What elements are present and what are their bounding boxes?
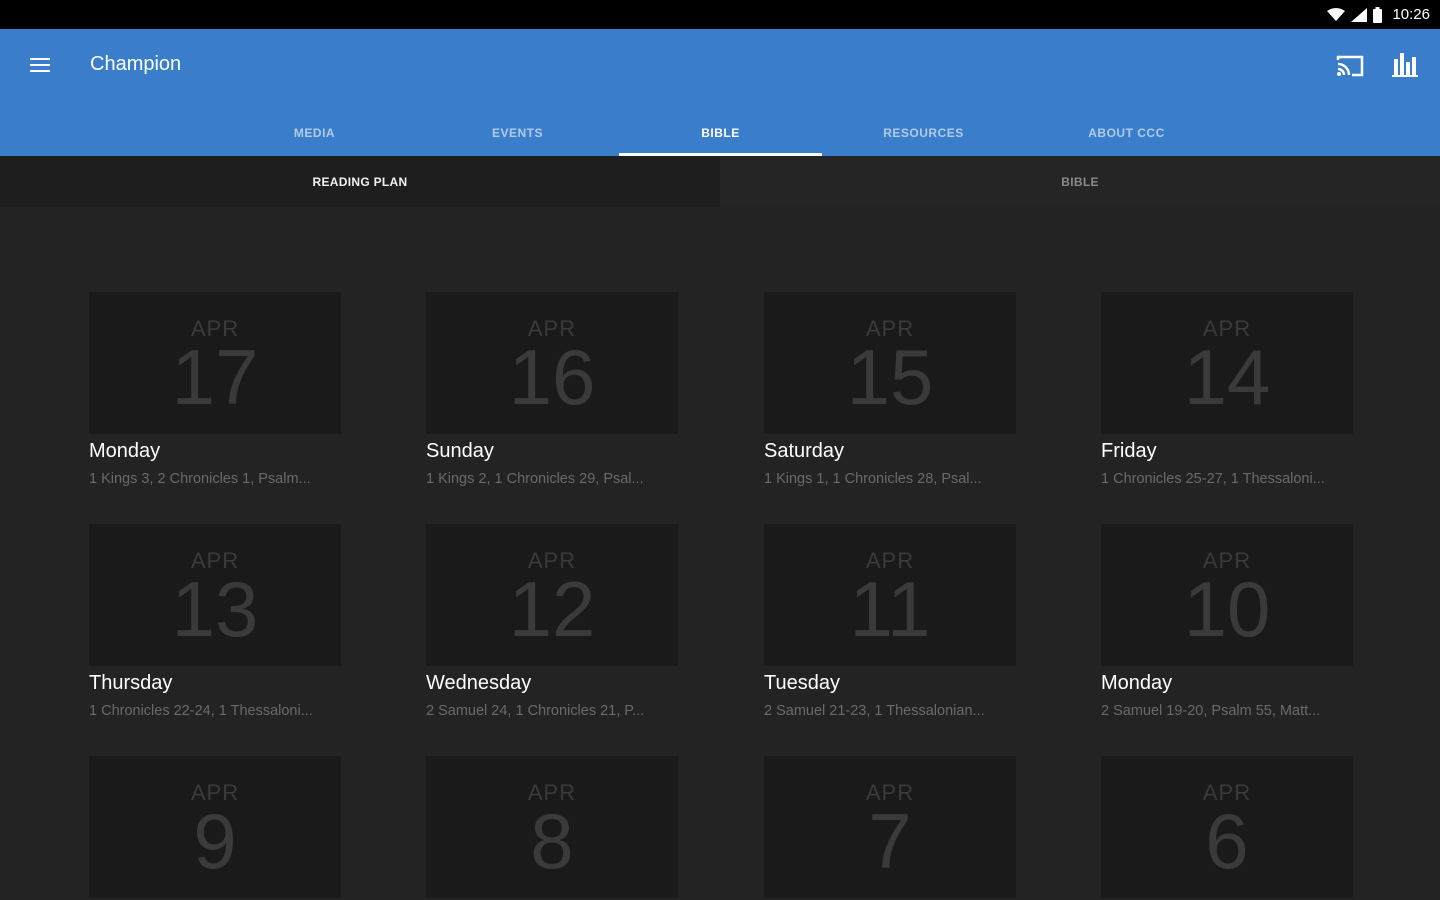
reading-passages: 1 Kings 1, 1 Chronicles 28, Psal...	[764, 471, 982, 487]
date-tile: APR 16	[426, 292, 678, 434]
date-tile: APR 11	[764, 524, 1016, 666]
date-day: 12	[508, 565, 596, 653]
date-day: 10	[1183, 565, 1271, 653]
tab-events[interactable]: EVENTS	[416, 109, 619, 156]
reading-passages: 1 Kings 3, 2 Chronicles 1, Psalm...	[89, 471, 311, 487]
date-tile: APR 8	[426, 756, 678, 898]
date-tile: APR 13	[89, 524, 341, 666]
date-tile: APR 17	[89, 292, 341, 434]
status-bar: 10:26	[0, 0, 1440, 29]
reading-card[interactable]: APR 17 Monday 1 Kings 3, 2 Chronicles 1,…	[89, 292, 341, 487]
reading-card[interactable]: APR 15 Saturday 1 Kings 1, 1 Chronicles …	[764, 292, 1016, 487]
reading-passages: 2 Samuel 24, 1 Chronicles 21, P...	[426, 703, 645, 719]
bar-chart-icon	[1392, 53, 1418, 77]
date-tile: APR 12	[426, 524, 678, 666]
wifi-icon	[1327, 7, 1346, 21]
date-day: 11	[849, 565, 931, 653]
date-tile: APR 14	[1101, 292, 1353, 434]
reading-weekday: Wednesday	[426, 672, 532, 694]
reading-card[interactable]: APR 14 Friday 1 Chronicles 25-27, 1 Thes…	[1101, 292, 1353, 487]
subtab-bible[interactable]: BIBLE	[720, 156, 1440, 207]
subtab-reading-plan[interactable]: READING PLAN	[0, 156, 720, 207]
date-day: 15	[846, 333, 934, 421]
reading-plan-grid: APR 17 Monday 1 Kings 3, 2 Chronicles 1,…	[0, 207, 1440, 900]
tab-resources[interactable]: RESOURCES	[822, 109, 1025, 156]
date-tile: APR 15	[764, 292, 1016, 434]
date-day: 14	[1183, 333, 1271, 421]
date-day: 13	[171, 565, 259, 653]
reading-card[interactable]: APR 6	[1101, 756, 1353, 898]
menu-icon	[30, 58, 50, 60]
reading-passages: 2 Samuel 21-23, 1 Thessalonian...	[764, 703, 985, 719]
date-tile: APR 6	[1101, 756, 1353, 898]
reading-weekday: Monday	[1101, 672, 1173, 694]
tab-bible[interactable]: BIBLE	[619, 109, 822, 156]
date-day: 16	[508, 333, 596, 421]
date-day: 9	[193, 797, 237, 885]
reading-card[interactable]: APR 10 Monday 2 Samuel 19-20, Psalm 55, …	[1101, 524, 1353, 719]
reading-card[interactable]: APR 16 Sunday 1 Kings 2, 1 Chronicles 29…	[426, 292, 678, 487]
reading-weekday: Friday	[1101, 440, 1157, 462]
reading-weekday: Sunday	[426, 440, 494, 462]
date-tile: APR 7	[764, 756, 1016, 898]
menu-button[interactable]	[22, 49, 60, 81]
reading-passages: 1 Chronicles 25-27, 1 Thessaloni...	[1101, 471, 1325, 487]
tab-media[interactable]: MEDIA	[213, 109, 416, 156]
reading-passages: 1 Chronicles 22-24, 1 Thessaloni...	[89, 703, 313, 719]
date-tile: APR 9	[89, 756, 341, 898]
date-day: 17	[171, 333, 259, 421]
reading-card[interactable]: APR 13 Thursday 1 Chronicles 22-24, 1 Th…	[89, 524, 341, 719]
cast-icon	[1336, 55, 1364, 77]
sub-tabs: READING PLAN BIBLE	[0, 156, 1440, 207]
reading-card[interactable]: APR 11 Tuesday 2 Samuel 21-23, 1 Thessal…	[764, 524, 1016, 719]
date-tile: APR 10	[1101, 524, 1353, 666]
cast-button[interactable]	[1334, 51, 1366, 81]
reading-passages: 2 Samuel 19-20, Psalm 55, Matt...	[1101, 703, 1321, 719]
app-bar: Champion MEDIA EVENTS BIBLE RESOURCES AB…	[0, 29, 1440, 156]
app-title: Champion	[90, 53, 182, 75]
reading-card[interactable]: APR 7	[764, 756, 1016, 898]
reading-card[interactable]: APR 8	[426, 756, 678, 898]
reading-card[interactable]: APR 9	[89, 756, 341, 898]
battery-icon	[1373, 6, 1383, 23]
status-time: 10:26	[1392, 6, 1430, 23]
reading-weekday: Monday	[89, 440, 161, 462]
reading-weekday: Tuesday	[764, 672, 840, 694]
date-day: 7	[868, 797, 912, 885]
date-day: 6	[1205, 797, 1249, 885]
reading-weekday: Saturday	[764, 440, 845, 462]
reading-weekday: Thursday	[89, 672, 173, 694]
reading-passages: 1 Kings 2, 1 Chronicles 29, Psal...	[426, 471, 644, 487]
cell-signal-icon	[1351, 7, 1368, 22]
reading-card[interactable]: APR 12 Wednesday 2 Samuel 24, 1 Chronicl…	[426, 524, 678, 719]
tab-about-ccc[interactable]: ABOUT CCC	[1025, 109, 1228, 156]
stats-button[interactable]	[1390, 49, 1420, 81]
main-tabs: MEDIA EVENTS BIBLE RESOURCES ABOUT CCC	[0, 109, 1440, 156]
date-day: 8	[530, 797, 574, 885]
